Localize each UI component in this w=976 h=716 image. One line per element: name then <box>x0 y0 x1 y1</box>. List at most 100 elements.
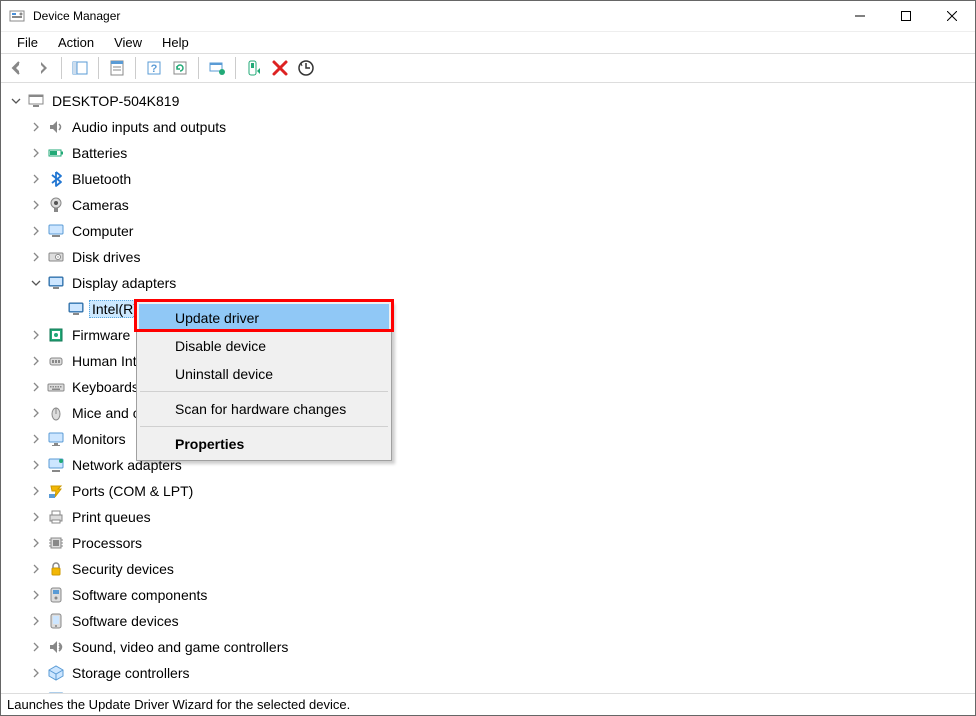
close-button[interactable] <box>929 1 975 31</box>
tree-node-label: Monitors <box>69 430 129 448</box>
keyboards-icon <box>47 378 65 396</box>
monitors-icon <box>47 430 65 448</box>
caret-right-icon[interactable] <box>29 510 43 524</box>
caret-right-icon[interactable] <box>29 588 43 602</box>
toolbar-update-driver-button[interactable] <box>205 56 229 80</box>
caret-right-icon[interactable] <box>29 146 43 160</box>
toolbar-forward-button[interactable] <box>31 56 55 80</box>
tree-node-sysdev[interactable]: System devices <box>29 686 975 693</box>
context-menu: Update driver Disable device Uninstall d… <box>136 301 392 461</box>
tree-node-label: Computer <box>69 222 136 240</box>
toolbar-scan-button[interactable] <box>294 56 318 80</box>
display-icon <box>47 274 65 292</box>
status-text: Launches the Update Driver Wizard for th… <box>7 697 350 712</box>
window-title: Device Manager <box>33 9 120 23</box>
caret-right-icon[interactable] <box>29 562 43 576</box>
svg-text:?: ? <box>151 63 158 75</box>
tree-node-disk[interactable]: Disk drives <box>29 244 975 270</box>
toolbar-enable-button[interactable] <box>242 56 266 80</box>
tree-node-security[interactable]: Security devices <box>29 556 975 582</box>
caret-right-icon[interactable] <box>29 640 43 654</box>
network-icon <box>47 456 65 474</box>
title-bar: Device Manager <box>1 1 975 31</box>
tree-node-sound[interactable]: Sound, video and game controllers <box>29 634 975 660</box>
tree-root-node[interactable]: DESKTOP-504K819 <box>9 88 975 114</box>
tree-node-display[interactable]: Display adapters <box>29 270 975 296</box>
caret-right-icon[interactable] <box>29 458 43 472</box>
context-separator <box>140 426 388 427</box>
caret-right-icon[interactable] <box>29 432 43 446</box>
caret-right-icon[interactable] <box>29 406 43 420</box>
tree-node-printq[interactable]: Print queues <box>29 504 975 530</box>
tree-node-label: Cameras <box>69 196 132 214</box>
tree-node-label: Storage controllers <box>69 664 193 682</box>
tree-node-label: Sound, video and game controllers <box>69 638 291 656</box>
batteries-icon <box>47 144 65 162</box>
context-scan-hardware[interactable]: Scan for hardware changes <box>139 395 389 423</box>
caret-right-icon[interactable] <box>29 614 43 628</box>
caret-right-icon[interactable] <box>29 198 43 212</box>
minimize-button[interactable] <box>837 1 883 31</box>
softcomp-icon <box>47 586 65 604</box>
toolbar-uninstall-button[interactable] <box>268 56 292 80</box>
tree-node-ports[interactable]: Ports (COM & LPT) <box>29 478 975 504</box>
caret-down-icon[interactable] <box>29 276 43 290</box>
caret-right-icon[interactable] <box>29 484 43 498</box>
tree-node-label: Batteries <box>69 144 130 162</box>
context-update-driver[interactable]: Update driver <box>139 304 389 332</box>
menu-action[interactable]: Action <box>48 32 104 53</box>
tree-node-storage[interactable]: Storage controllers <box>29 660 975 686</box>
caret-right-icon[interactable] <box>29 120 43 134</box>
menu-file[interactable]: File <box>7 32 48 53</box>
tree-node-audio[interactable]: Audio inputs and outputs <box>29 114 975 140</box>
menu-view[interactable]: View <box>104 32 152 53</box>
context-disable-device[interactable]: Disable device <box>139 332 389 360</box>
context-uninstall-device[interactable]: Uninstall device <box>139 360 389 388</box>
caret-right-icon[interactable] <box>29 666 43 680</box>
cpu-icon <box>47 534 65 552</box>
tree-node-label: Processors <box>69 534 145 552</box>
tree-node-cameras[interactable]: Cameras <box>29 192 975 218</box>
tree-node-batteries[interactable]: Batteries <box>29 140 975 166</box>
toolbar-refresh-button[interactable] <box>168 56 192 80</box>
display-icon <box>67 300 85 318</box>
caret-right-icon[interactable] <box>29 380 43 394</box>
tree-node-label: Firmware <box>69 326 133 344</box>
audio-icon <box>47 118 65 136</box>
firmware-icon <box>47 326 65 344</box>
tree-node-label: Security devices <box>69 560 177 578</box>
tree-node-softdev[interactable]: Software devices <box>29 608 975 634</box>
caret-right-icon[interactable] <box>29 354 43 368</box>
bluetooth-icon <box>47 170 65 188</box>
menu-help[interactable]: Help <box>152 32 199 53</box>
tree-node-label: Display adapters <box>69 274 179 292</box>
tree-node-softcomp[interactable]: Software components <box>29 582 975 608</box>
toolbar-properties-button[interactable] <box>105 56 129 80</box>
toolbar-back-button[interactable] <box>5 56 29 80</box>
caret-none <box>49 302 63 316</box>
tree-node-computer[interactable]: Computer <box>29 218 975 244</box>
caret-right-icon[interactable] <box>29 536 43 550</box>
context-separator <box>140 391 388 392</box>
toolbar-tree-button[interactable] <box>68 56 92 80</box>
tree-node-cpu[interactable]: Processors <box>29 530 975 556</box>
mice-icon <box>47 404 65 422</box>
status-bar: Launches the Update Driver Wizard for th… <box>1 693 975 715</box>
tree-node-label: Disk drives <box>69 248 143 266</box>
toolbar-help-button[interactable]: ? <box>142 56 166 80</box>
tree-node-label: Print queues <box>69 508 154 526</box>
cameras-icon <box>47 196 65 214</box>
maximize-button[interactable] <box>883 1 929 31</box>
tree-node-label: Bluetooth <box>69 170 134 188</box>
tree-node-label: Ports (COM & LPT) <box>69 482 196 500</box>
tree-node-bluetooth[interactable]: Bluetooth <box>29 166 975 192</box>
caret-right-icon[interactable] <box>29 172 43 186</box>
caret-down-icon[interactable] <box>9 94 23 108</box>
context-properties[interactable]: Properties <box>139 430 389 458</box>
softdev-icon <box>47 612 65 630</box>
caret-right-icon[interactable] <box>29 250 43 264</box>
hid-icon <box>47 352 65 370</box>
caret-right-icon[interactable] <box>29 328 43 342</box>
caret-right-icon[interactable] <box>29 224 43 238</box>
tree-root-label: DESKTOP-504K819 <box>49 92 182 110</box>
